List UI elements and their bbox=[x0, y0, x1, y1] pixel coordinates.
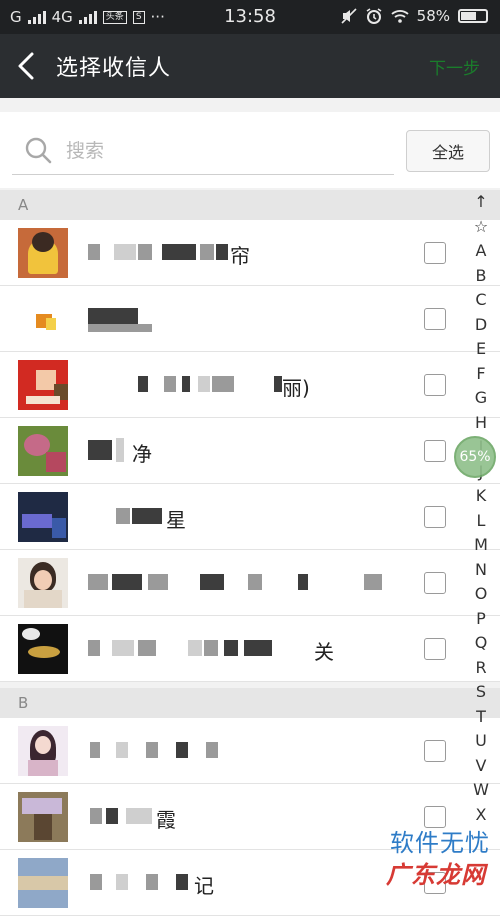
index-letter[interactable]: ↑ bbox=[468, 190, 494, 215]
avatar bbox=[18, 792, 68, 842]
contact-checkbox[interactable] bbox=[424, 638, 446, 660]
index-letter[interactable]: R bbox=[468, 656, 494, 681]
contact-checkbox[interactable] bbox=[424, 740, 446, 762]
avatar bbox=[18, 726, 68, 776]
contact-name: 丽) bbox=[86, 370, 406, 400]
contact-name: 帘 bbox=[86, 238, 406, 268]
index-letter[interactable]: O bbox=[468, 582, 494, 607]
contact-name-text: 霞 bbox=[156, 808, 176, 832]
avatar bbox=[18, 228, 68, 278]
contact-name: 净 bbox=[86, 436, 406, 466]
index-letter[interactable]: N bbox=[468, 558, 494, 583]
index-letter[interactable]: Q bbox=[468, 631, 494, 656]
search-icon bbox=[25, 137, 52, 164]
index-letter[interactable]: W bbox=[468, 778, 494, 803]
contact-name: 霞 bbox=[86, 802, 406, 832]
contact-checkbox[interactable] bbox=[424, 374, 446, 396]
contact-row[interactable]: 丽) bbox=[0, 352, 500, 418]
page-title: 选择收信人 bbox=[56, 56, 172, 81]
index-letter[interactable]: S bbox=[468, 680, 494, 705]
mute-icon bbox=[341, 8, 357, 24]
index-letter[interactable]: F bbox=[468, 362, 494, 387]
status-bar: G 4G 头条 S ··· 13:58 58% bbox=[0, 0, 500, 34]
battery-percent: 58% bbox=[416, 7, 450, 25]
select-all-button[interactable]: 全选 bbox=[406, 130, 490, 172]
index-letter[interactable]: ☆ bbox=[468, 215, 494, 240]
contact-name-text: 记 bbox=[194, 874, 214, 898]
contact-name: 关 bbox=[86, 634, 406, 664]
contact-row[interactable]: 关 bbox=[0, 616, 500, 682]
index-letter[interactable]: E bbox=[468, 337, 494, 362]
contact-row[interactable] bbox=[0, 286, 500, 352]
contact-row[interactable]: 帘 bbox=[0, 220, 500, 286]
contact-row[interactable]: 星 bbox=[0, 484, 500, 550]
index-letter[interactable]: D bbox=[468, 313, 494, 338]
contact-name bbox=[86, 736, 406, 766]
index-letter[interactable]: T bbox=[468, 705, 494, 730]
contact-checkbox[interactable] bbox=[424, 308, 446, 330]
index-letter[interactable]: U bbox=[468, 729, 494, 754]
contact-checkbox[interactable] bbox=[424, 242, 446, 264]
watermark-line-2: 广东龙网 bbox=[386, 861, 486, 889]
alphabet-index-bar[interactable]: ↑☆ABCDEFGHIJKLMNOPQRSTUVWX bbox=[468, 190, 494, 827]
index-letter[interactable]: G bbox=[468, 386, 494, 411]
contact-name: 星 bbox=[86, 502, 406, 532]
index-letter[interactable]: M bbox=[468, 533, 494, 558]
status-right: 58% bbox=[341, 7, 488, 25]
contact-name-text: 帘 bbox=[230, 244, 250, 268]
contact-name-text: 净 bbox=[132, 442, 152, 466]
next-step-button[interactable]: 下一步 bbox=[429, 54, 480, 79]
contact-name bbox=[86, 568, 406, 598]
contact-row[interactable]: 净 bbox=[0, 418, 500, 484]
contact-name-text: 星 bbox=[166, 508, 186, 532]
index-letter[interactable]: B bbox=[468, 264, 494, 289]
search-input[interactable] bbox=[64, 134, 388, 168]
avatar bbox=[18, 426, 68, 476]
search-box bbox=[12, 128, 394, 175]
index-letter[interactable]: L bbox=[468, 509, 494, 534]
wifi-icon bbox=[391, 10, 409, 23]
back-button[interactable] bbox=[10, 46, 46, 86]
chevron-left-icon bbox=[18, 52, 34, 80]
avatar bbox=[18, 360, 68, 410]
index-letter[interactable]: P bbox=[468, 607, 494, 632]
contact-checkbox[interactable] bbox=[424, 440, 446, 462]
contact-row[interactable] bbox=[0, 550, 500, 616]
avatar bbox=[18, 294, 68, 344]
watermark: 软件无忧 广东龙网 bbox=[364, 823, 490, 889]
avatar bbox=[18, 492, 68, 542]
contact-checkbox[interactable] bbox=[424, 506, 446, 528]
avatar bbox=[18, 624, 68, 674]
contact-checkbox[interactable] bbox=[424, 572, 446, 594]
index-letter[interactable]: V bbox=[468, 754, 494, 779]
contact-name-text: 关 bbox=[314, 640, 334, 664]
index-letter[interactable]: C bbox=[468, 288, 494, 313]
contact-name-text: 丽) bbox=[282, 376, 310, 400]
watermark-line-1: 软件无忧 bbox=[390, 829, 490, 857]
index-letter[interactable]: A bbox=[468, 239, 494, 264]
index-letter[interactable]: H bbox=[468, 411, 494, 436]
contact-name bbox=[86, 304, 406, 334]
battery-icon bbox=[458, 9, 488, 23]
search-row: 全选 bbox=[0, 112, 500, 188]
avatar bbox=[18, 558, 68, 608]
title-bar: 选择收信人 下一步 bbox=[0, 34, 500, 98]
contact-name: 记 bbox=[86, 868, 406, 898]
contact-row[interactable] bbox=[0, 718, 500, 784]
section-header-a: A bbox=[0, 190, 500, 220]
section-header-b: B bbox=[0, 688, 500, 718]
alarm-icon bbox=[366, 8, 382, 24]
progress-bubble[interactable]: 65% bbox=[454, 436, 496, 478]
index-letter[interactable]: K bbox=[468, 484, 494, 509]
avatar bbox=[18, 858, 68, 908]
